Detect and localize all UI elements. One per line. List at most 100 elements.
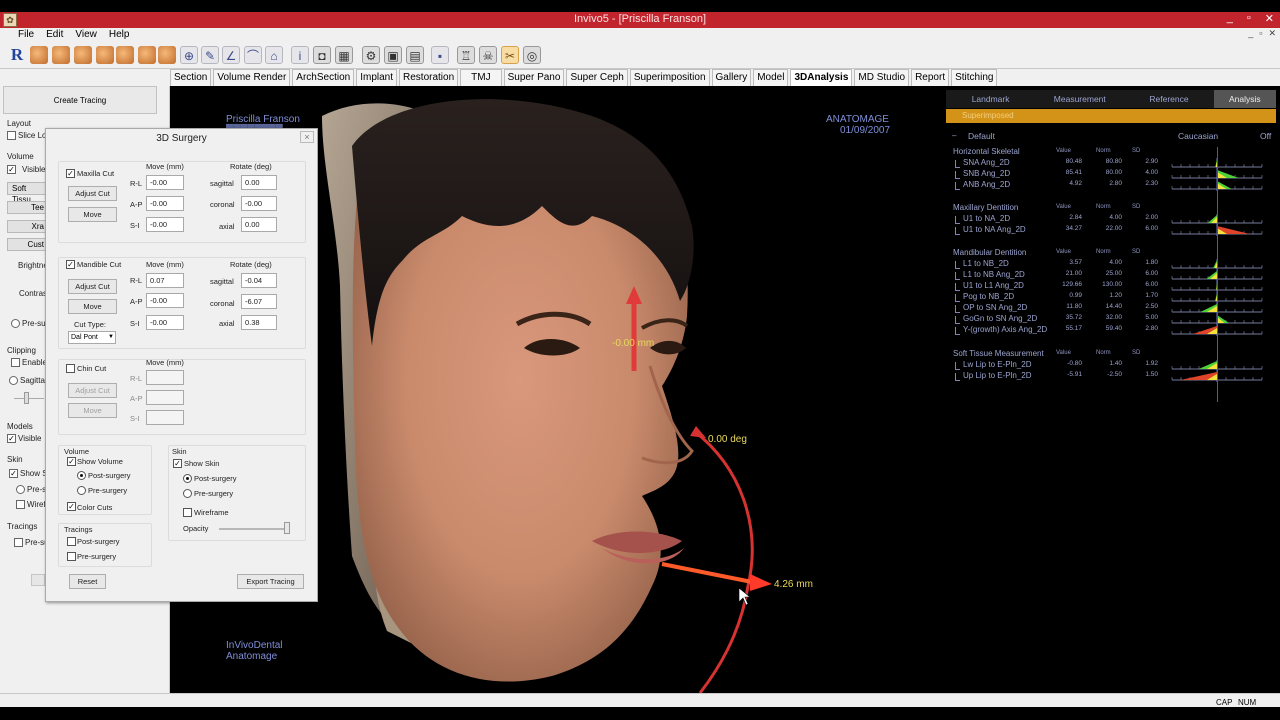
skin-pre-surgery-radio[interactable] (183, 489, 192, 498)
color-cuts-checkbox[interactable]: ✓ (67, 502, 76, 511)
info-icon[interactable]: i (291, 46, 309, 64)
clipping-slider-track[interactable] (14, 398, 44, 399)
menu-edit[interactable]: Edit (40, 29, 69, 40)
mandible-coronal-input[interactable]: -6.07 (241, 294, 277, 309)
tracings-pre-checkbox[interactable] (14, 538, 23, 547)
volume-icon[interactable]: ▣ (384, 46, 402, 64)
maxilla-ap-input[interactable]: -0.00 (146, 196, 184, 211)
skin-view-three-quarter-icon[interactable] (74, 46, 92, 64)
mdi-close-icon[interactable]: ✕ (1268, 28, 1276, 39)
angle-measure-icon[interactable]: ∠ (222, 46, 240, 64)
tab-model[interactable]: Model (753, 69, 789, 86)
mandible-axial-input[interactable]: 0.38 (241, 315, 277, 330)
tab-stitching[interactable]: Stitching (951, 69, 998, 86)
tab-tmj[interactable]: TMJ (460, 69, 502, 86)
teeth-button[interactable]: Tee (7, 201, 47, 214)
off-label[interactable]: Off (1260, 131, 1271, 141)
mandible-cut-checkbox[interactable]: ✓ (66, 260, 75, 269)
volume-post-surgery-radio[interactable] (77, 471, 86, 480)
maxilla-coronal-input[interactable]: -0.00 (241, 196, 277, 211)
clipping-enable-checkbox[interactable] (11, 358, 20, 367)
maxilla-sagittal-input[interactable]: 0.00 (241, 175, 277, 190)
save-icon[interactable]: ▪ (431, 46, 449, 64)
render-icon[interactable]: ▤ (406, 46, 424, 64)
chin-adjust-cut-button[interactable]: Adjust Cut (68, 383, 117, 398)
tab-landmark[interactable]: Landmark (946, 90, 1035, 108)
close-button[interactable]: ✕ (1265, 12, 1274, 25)
show-volume-checkbox[interactable]: ✓ (67, 457, 76, 466)
maxilla-axial-input[interactable]: 0.00 (241, 217, 277, 232)
reset-button[interactable]: Reset (69, 574, 106, 589)
skull-icon[interactable]: ☠ (479, 46, 497, 64)
tab-report[interactable]: Report (911, 69, 950, 86)
skin-view-top-icon[interactable] (116, 46, 134, 64)
norm-set-label[interactable]: Caucasian (1178, 131, 1218, 141)
skin-post-surgery-radio[interactable] (183, 474, 192, 483)
pencil-icon[interactable]: ✎ (201, 46, 219, 64)
tracings-post-checkbox[interactable] (67, 537, 76, 546)
create-tracing-button[interactable]: Create Tracing (3, 86, 157, 114)
minimize-button[interactable]: _ (1227, 12, 1233, 25)
soft-tissue-button[interactable]: Soft Tissu (7, 182, 47, 204)
tab-super-pano[interactable]: Super Pano (503, 69, 565, 86)
collapse-icon[interactable]: – (952, 131, 956, 140)
anatomage-r-icon[interactable]: R (8, 46, 26, 64)
tab-volume-render[interactable]: Volume Render (213, 69, 291, 86)
mandible-adjust-cut-button[interactable]: Adjust Cut (68, 279, 117, 294)
show-skin-checkbox[interactable]: ✓ (9, 469, 18, 478)
home-view-icon[interactable] (158, 46, 176, 64)
menu-file[interactable]: File (0, 29, 40, 40)
maxilla-adjust-cut-button[interactable]: Adjust Cut (68, 186, 117, 201)
surgery-icon[interactable]: ✂ (501, 46, 519, 64)
maxilla-rl-input[interactable]: -0.00 (146, 175, 184, 190)
move-crosshair-icon[interactable]: ⊕ (180, 46, 198, 64)
settings-icon[interactable]: ⚙ (362, 46, 380, 64)
skin-view-back-icon[interactable] (96, 46, 114, 64)
maxilla-cut-checkbox[interactable]: ✓ (66, 169, 75, 178)
chin-si-input[interactable] (146, 410, 184, 425)
camera-icon[interactable]: ◘ (313, 46, 331, 64)
tab-superimposition[interactable]: Superimposition (629, 69, 710, 86)
mdi-restore-icon[interactable]: ▫ (1259, 28, 1262, 39)
chin-move-button[interactable]: Move (68, 403, 117, 418)
area-measure-icon[interactable]: ⌂ (265, 46, 283, 64)
chin-rl-input[interactable] (146, 370, 184, 385)
pre-surgery-radio[interactable] (11, 319, 20, 328)
clipping-slider-thumb[interactable] (24, 392, 29, 404)
tab-md-studio[interactable]: MD Studio (854, 69, 910, 86)
xray-button[interactable]: Xra (7, 220, 47, 233)
slice-locator-checkbox[interactable] (7, 131, 16, 140)
tab-gallery[interactable]: Gallery (711, 69, 752, 86)
skin-pre-radio[interactable] (16, 485, 25, 494)
dialog-close-button[interactable]: × (300, 131, 314, 143)
mandible-rl-input[interactable]: 0.07 (146, 273, 184, 288)
chin-ap-input[interactable] (146, 390, 184, 405)
volume-visible-checkbox[interactable]: ✓ (7, 165, 16, 174)
maxilla-move-button[interactable]: Move (68, 207, 117, 222)
menu-help[interactable]: Help (103, 29, 136, 40)
tab-3danalysis[interactable]: 3DAnalysis (790, 69, 853, 86)
sagittal-radio[interactable] (9, 376, 18, 385)
tab-super-ceph[interactable]: Super Ceph (566, 69, 628, 86)
cut-type-chevron-down-icon[interactable]: ▼ (108, 334, 114, 340)
mandible-sagittal-input[interactable]: -0.04 (241, 273, 277, 288)
grid-icon[interactable]: ▦ (335, 46, 353, 64)
dialog-wireframe-checkbox[interactable] (183, 508, 192, 517)
mandible-si-input[interactable]: -0.00 (146, 315, 184, 330)
opacity-slider-thumb[interactable] (284, 522, 290, 534)
wireframe-checkbox[interactable] (16, 500, 25, 509)
skin-view-front-icon[interactable] (30, 46, 48, 64)
maxilla-si-input[interactable]: -0.00 (146, 217, 184, 232)
teeth-icon[interactable]: ♖ (457, 46, 475, 64)
export-tracing-button[interactable]: Export Tracing (237, 574, 304, 589)
tab-measurement[interactable]: Measurement (1035, 90, 1124, 108)
tab-implant[interactable]: Implant (356, 69, 398, 86)
reset-button-partial[interactable] (31, 574, 45, 586)
tab-archsection[interactable]: ArchSection (292, 69, 355, 86)
chin-cut-checkbox[interactable] (66, 364, 75, 373)
dialog-show-skin-checkbox[interactable]: ✓ (173, 459, 182, 468)
tracings-pre-surgery-checkbox[interactable] (67, 552, 76, 561)
custom-button[interactable]: Cust (7, 238, 47, 251)
mdi-minimize-icon[interactable]: _ (1248, 28, 1253, 39)
mandible-ap-input[interactable]: -0.00 (146, 293, 184, 308)
